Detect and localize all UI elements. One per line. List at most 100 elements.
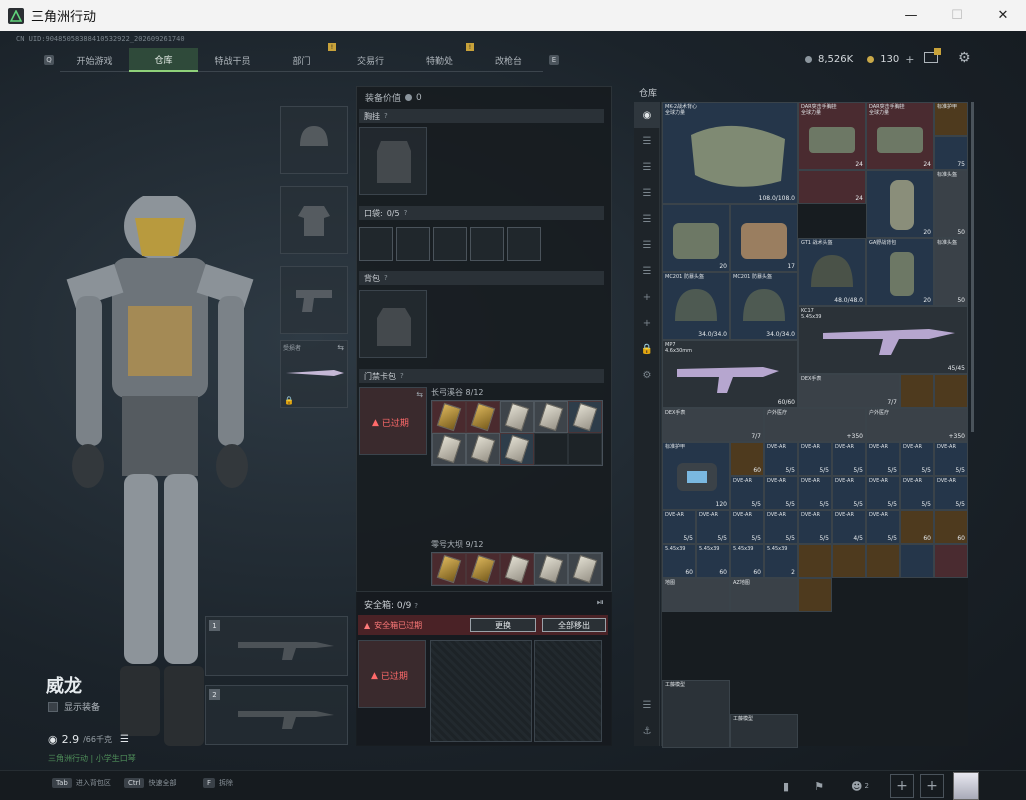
stash-item[interactable] — [900, 374, 934, 408]
stash-item[interactable]: KC17 5.45x39 45/45 — [798, 306, 968, 374]
sidebar-item-armor[interactable]: ☰ — [634, 154, 660, 180]
keycard[interactable] — [432, 553, 466, 585]
invite-button[interactable]: + — [890, 774, 914, 798]
pocket-slot[interactable] — [470, 227, 504, 261]
stash-item[interactable]: DVE-AR 5/5 — [798, 442, 832, 476]
layers-icon[interactable]: ☰ — [634, 692, 660, 718]
keycard[interactable] — [568, 553, 602, 585]
pocket-slot[interactable] — [359, 227, 393, 261]
stash-item[interactable]: 60 — [934, 510, 968, 544]
melee-slot[interactable]: 受损者 ⇆ 🔒 — [280, 340, 348, 408]
stash-item[interactable]: 5.45x39 60 — [696, 544, 730, 578]
safebox-grid[interactable] — [534, 640, 602, 742]
help-icon[interactable]: ? — [400, 372, 404, 380]
helmet-slot[interactable] — [280, 106, 348, 174]
safebox-slot[interactable]: ▲ 已过期 — [358, 640, 426, 708]
keycard[interactable] — [534, 401, 568, 433]
keycard[interactable] — [500, 553, 534, 585]
stash-item[interactable]: MC201 防暴头盔 34.0/34.0 — [662, 272, 730, 340]
stash-item[interactable] — [866, 544, 900, 578]
close-button[interactable]: ✕ — [980, 0, 1026, 31]
checkbox[interactable] — [48, 701, 58, 712]
stash-item[interactable] — [900, 544, 934, 578]
stash-item[interactable]: 标准护甲 — [934, 102, 968, 136]
primary-weapon-slot[interactable]: 1 — [205, 616, 348, 676]
stash-item[interactable]: DVE-AR 5/5 — [730, 476, 764, 510]
stash-item[interactable]: 工藤模型 — [662, 680, 730, 748]
replace-button[interactable]: 更换 — [470, 618, 536, 632]
stash-item[interactable]: DVE-AR 5/5 — [934, 476, 968, 510]
sidebar-item-ammo[interactable]: ☰ — [634, 206, 660, 232]
stash-item[interactable] — [934, 544, 968, 578]
keycard[interactable] — [432, 401, 466, 433]
keycard[interactable] — [432, 433, 466, 465]
stash-item[interactable]: 地图 — [662, 578, 730, 612]
flag-icon[interactable]: ⚑ — [808, 775, 830, 797]
gear-icon[interactable]: ⚙ — [634, 362, 660, 388]
tab-trading[interactable]: 交易行 — [336, 48, 405, 72]
pin-icon[interactable]: ⏯ — [597, 598, 604, 608]
stash-item[interactable]: DVE-AR 5/5 — [764, 510, 798, 544]
minimize-button[interactable]: — — [888, 0, 934, 31]
keycard[interactable] — [500, 433, 534, 465]
stash-item[interactable]: 20 — [866, 170, 934, 238]
list-icon[interactable]: ☰ — [120, 734, 129, 745]
stash-item[interactable]: DAR突击手胸挂 全球力量 24 — [798, 102, 866, 170]
stash-item[interactable] — [934, 374, 968, 408]
sidebar-item-collections[interactable]: ☰ — [634, 258, 660, 284]
sidebar-item-all[interactable]: ◉ — [634, 102, 660, 128]
keycard[interactable] — [466, 433, 500, 465]
nav-prev-key[interactable]: Q — [44, 55, 54, 65]
stash-item[interactable]: DVE-AR 5/5 — [798, 476, 832, 510]
help-icon[interactable]: ? — [414, 602, 418, 610]
stash-item[interactable]: DVE-AR 5/5 — [866, 510, 900, 544]
nav-next-key[interactable]: E — [549, 55, 559, 65]
stash-item[interactable]: DVE-AR 5/5 — [696, 510, 730, 544]
add-currency-button[interactable]: + — [905, 53, 914, 66]
avatar[interactable] — [953, 772, 979, 800]
tab-operators[interactable]: 特战干员 — [198, 48, 267, 72]
stash-item[interactable]: MK-2战术背心 全球力量 108.0/108.0 — [662, 102, 798, 204]
invite-button[interactable]: + — [920, 774, 944, 798]
show-equipment-toggle[interactable]: 显示装备 — [48, 700, 100, 713]
tab-gunsmith[interactable]: 改枪台 — [474, 48, 543, 72]
pistol-slot[interactable] — [280, 266, 348, 334]
remove-all-button[interactable]: 全部移出 — [542, 618, 606, 632]
stash-item[interactable]: GT1 战术头盔 48.0/48.0 — [798, 238, 866, 306]
sidebar-item-medical[interactable]: ☰ — [634, 232, 660, 258]
safebox-grid[interactable] — [430, 640, 532, 742]
stash-item[interactable]: DVE-AR 5/5 — [900, 476, 934, 510]
stash-item[interactable]: DVE-AR 4/5 — [832, 510, 866, 544]
stash-item[interactable]: 24 — [798, 170, 866, 204]
tab-start-game[interactable]: 开始游戏 — [60, 48, 129, 72]
keycard[interactable] — [466, 553, 500, 585]
chest-rig-slot[interactable] — [359, 127, 427, 195]
stats-icon[interactable]: ▮ — [775, 775, 797, 797]
sidebar-item-weapons[interactable]: ☰ — [634, 128, 660, 154]
add-icon[interactable]: + — [634, 284, 660, 310]
stash-item[interactable]: AZ地图 — [730, 578, 798, 612]
backpack-slot[interactable] — [359, 290, 427, 358]
stash-item[interactable]: 5.45x39 60 — [662, 544, 696, 578]
stash-item[interactable]: 17 — [730, 204, 798, 272]
stash-item[interactable]: 60 — [730, 442, 764, 476]
stash-item[interactable]: MC201 防暴头盔 34.0/34.0 — [730, 272, 798, 340]
pocket-slot[interactable] — [396, 227, 430, 261]
stash-scrollbar[interactable] — [971, 102, 974, 432]
stash-item[interactable] — [798, 578, 832, 612]
stash-item[interactable]: 工藤模型 — [730, 714, 798, 748]
stash-item[interactable]: DVE-AR 5/5 — [934, 442, 968, 476]
stash-item[interactable]: DVE-AR 5/5 — [662, 510, 696, 544]
secondary-weapon-slot[interactable]: 2 — [205, 685, 348, 745]
stash-item[interactable]: DVE-AR 5/5 — [832, 476, 866, 510]
stash-item[interactable]: DAR突击手胸挂 全球力量 24 — [866, 102, 934, 170]
stash-item[interactable] — [832, 544, 866, 578]
lock-icon[interactable]: 🔒 — [634, 336, 660, 362]
stash-item[interactable]: DVE-AR 5/5 — [798, 510, 832, 544]
help-icon[interactable]: ? — [384, 274, 388, 282]
stash-item[interactable]: DVE-AR 5/5 — [764, 476, 798, 510]
stash-item[interactable]: DVE-AR 5/5 — [900, 442, 934, 476]
stash-item[interactable]: 户外医疗 +350 — [764, 408, 866, 442]
stash-item[interactable]: DEX手表 7/7 — [798, 374, 900, 408]
armor-slot[interactable] — [280, 186, 348, 254]
